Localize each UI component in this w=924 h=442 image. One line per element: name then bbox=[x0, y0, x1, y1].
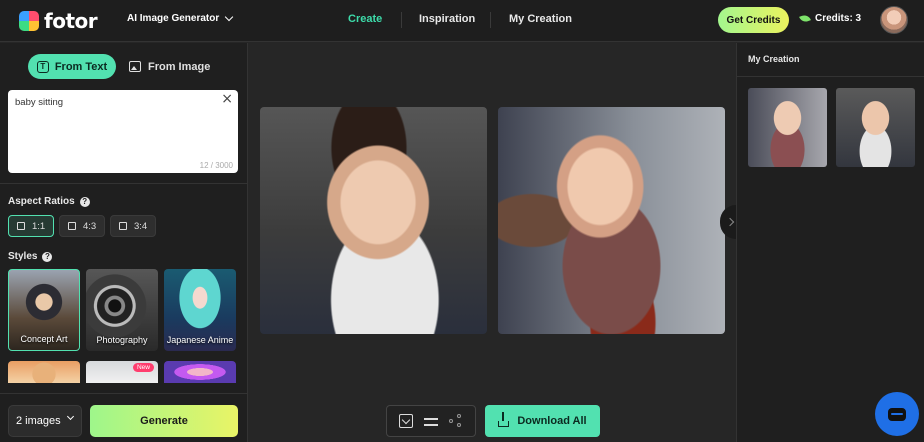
prompt-text[interactable]: baby sitting bbox=[15, 97, 63, 108]
ratio-4-3[interactable]: 4:3 bbox=[59, 215, 106, 237]
divider bbox=[737, 76, 924, 77]
ratio-label: 4:3 bbox=[83, 220, 97, 232]
new-badge: New bbox=[132, 363, 154, 372]
clear-prompt-icon[interactable]: × bbox=[221, 91, 233, 107]
chevron-down-icon bbox=[225, 12, 234, 22]
text-icon: T bbox=[36, 60, 49, 73]
get-credits-button[interactable]: Get Credits bbox=[718, 7, 789, 33]
style-card[interactable] bbox=[8, 361, 80, 383]
share-icon[interactable] bbox=[449, 414, 463, 428]
divider bbox=[0, 183, 248, 184]
nav-divider bbox=[401, 12, 402, 28]
my-creation-title: My Creation bbox=[748, 54, 800, 64]
generated-image-2[interactable] bbox=[498, 107, 725, 334]
ratio-label: 3:4 bbox=[134, 220, 148, 232]
prompt-input[interactable]: baby sitting × 12 / 3000 bbox=[8, 90, 238, 173]
tab-from-text-label: From Text bbox=[54, 60, 108, 73]
generate-button[interactable]: Generate bbox=[90, 405, 238, 437]
download-all-label: Download All bbox=[517, 415, 587, 427]
nav-divider bbox=[490, 12, 491, 28]
ai-image-generator-menu[interactable]: AI Image Generator bbox=[127, 12, 234, 24]
leaf-icon bbox=[799, 13, 811, 24]
nav-create[interactable]: Create bbox=[348, 13, 382, 25]
image-toolbar bbox=[386, 405, 476, 437]
style-label: Concept Art bbox=[20, 334, 68, 344]
generator-menu-label: AI Image Generator bbox=[127, 13, 220, 24]
download-icon bbox=[498, 411, 510, 427]
tab-from-image[interactable]: From Image bbox=[129, 54, 210, 79]
credits-label: Credits: 3 bbox=[815, 13, 862, 24]
style-card[interactable]: New bbox=[86, 361, 158, 383]
nav-my-creation[interactable]: My Creation bbox=[509, 13, 572, 25]
image-icon bbox=[129, 61, 141, 72]
style-label: Japanese Anime bbox=[166, 335, 234, 345]
credits-counter: Credits: 3 bbox=[799, 13, 862, 24]
style-photography[interactable]: Photography bbox=[86, 269, 158, 351]
style-concept-art[interactable]: Concept Art bbox=[8, 269, 80, 351]
bookmark-icon[interactable] bbox=[398, 414, 413, 428]
left-panel: T From Text From Image baby sitting × 12… bbox=[0, 43, 248, 442]
creation-thumbnail-1[interactable] bbox=[748, 88, 827, 167]
styles-label: Styles bbox=[8, 251, 38, 262]
styles-heading: Styles ? bbox=[8, 251, 53, 262]
tab-from-image-label: From Image bbox=[148, 60, 211, 73]
right-panel: My Creation bbox=[736, 43, 924, 442]
top-bar: fotor AI Image Generator Create Inspirat… bbox=[0, 0, 924, 42]
chat-icon bbox=[888, 407, 906, 421]
style-card[interactable] bbox=[164, 361, 236, 383]
square-icon bbox=[119, 222, 127, 230]
logo-text: fotor bbox=[44, 9, 98, 33]
tab-from-text[interactable]: T From Text bbox=[28, 54, 116, 79]
help-icon[interactable]: ? bbox=[79, 196, 90, 207]
adjust-icon[interactable] bbox=[423, 414, 438, 428]
image-count-select[interactable]: 2 images bbox=[8, 405, 82, 437]
aspect-ratios-heading: Aspect Ratios ? bbox=[8, 196, 90, 207]
ratio-1-1[interactable]: 1:1 bbox=[8, 215, 55, 237]
fotor-logo[interactable]: fotor bbox=[19, 9, 98, 33]
help-icon[interactable]: ? bbox=[42, 251, 53, 262]
image-count-value: 2 images bbox=[16, 415, 61, 427]
style-japanese-anime[interactable]: Japanese Anime bbox=[164, 269, 236, 351]
ratio-3-4[interactable]: 3:4 bbox=[110, 215, 157, 237]
style-label: Photography bbox=[96, 335, 148, 345]
generated-image-1[interactable] bbox=[260, 107, 487, 334]
nav-inspiration[interactable]: Inspiration bbox=[419, 13, 475, 25]
square-icon bbox=[68, 222, 76, 230]
creation-thumbnail-2[interactable] bbox=[836, 88, 915, 167]
ratio-label: 1:1 bbox=[32, 220, 46, 232]
square-icon bbox=[17, 222, 25, 230]
prompt-char-count: 12 / 3000 bbox=[199, 161, 233, 170]
aspect-ratios-label: Aspect Ratios bbox=[8, 196, 75, 207]
divider bbox=[0, 393, 248, 394]
fotor-logo-icon bbox=[19, 11, 39, 31]
chat-support-button[interactable] bbox=[875, 392, 919, 436]
avatar[interactable] bbox=[880, 6, 908, 34]
chevron-down-icon bbox=[66, 412, 75, 421]
download-all-button[interactable]: Download All bbox=[485, 405, 600, 437]
